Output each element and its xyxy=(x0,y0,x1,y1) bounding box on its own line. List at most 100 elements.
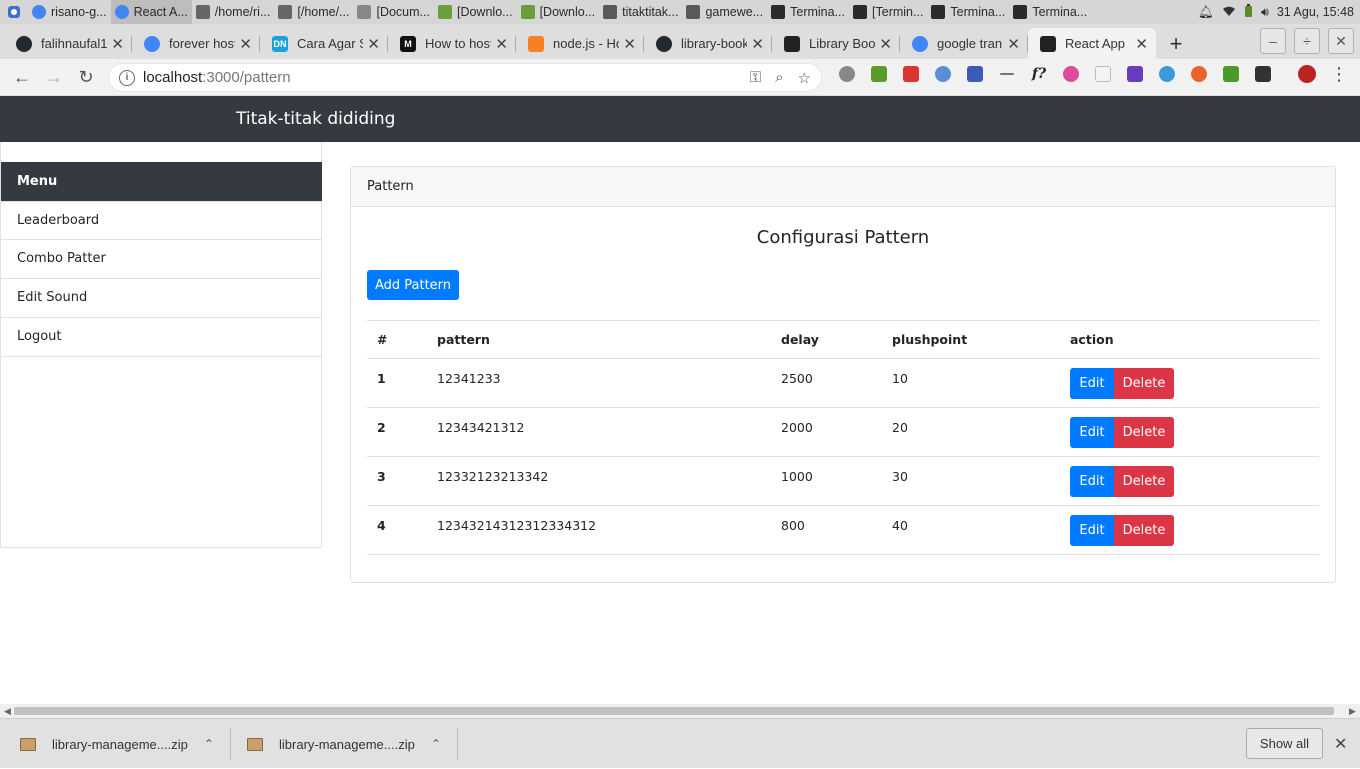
clock[interactable]: 31 Agu, 15:48 xyxy=(1277,5,1354,19)
tab-close-icon[interactable]: ✕ xyxy=(751,35,764,53)
address-bar[interactable]: i localhost:3000/pattern ⚿ ⌕ ☆ xyxy=(108,63,822,92)
column-header-delay: delay xyxy=(771,320,882,359)
edit-button[interactable]: Edit xyxy=(1070,417,1114,448)
scrollbar-thumb[interactable] xyxy=(14,707,1334,715)
taskbar-item[interactable]: [/home/... xyxy=(274,0,353,24)
delete-button[interactable]: Delete xyxy=(1114,417,1174,448)
extension-cube-icon[interactable] xyxy=(1252,63,1274,85)
scroll-right-icon[interactable]: ▶ xyxy=(1349,706,1356,717)
taskbar-item[interactable]: [Termin... xyxy=(849,0,927,24)
browser-tab[interactable]: Library Boo ✕ xyxy=(772,28,900,59)
tab-close-icon[interactable]: ✕ xyxy=(495,35,508,53)
extension-gear-icon[interactable] xyxy=(836,63,858,85)
delete-button[interactable]: Delete xyxy=(1114,515,1174,546)
bookmark-star-icon[interactable]: ☆ xyxy=(798,69,811,87)
taskbar-item[interactable]: /home/ri... xyxy=(192,0,275,24)
forward-icon[interactable]: → xyxy=(38,61,70,93)
tab-close-icon[interactable]: ✕ xyxy=(367,35,380,53)
browser-tab[interactable]: library-book ✕ xyxy=(644,28,772,59)
zoom-icon[interactable]: ⌕ xyxy=(775,69,783,86)
battery-icon[interactable] xyxy=(1244,3,1253,21)
minimize-icon[interactable]: – xyxy=(1260,28,1286,54)
key-icon[interactable]: ⚿ xyxy=(750,69,761,86)
browser-tab[interactable]: google tran ✕ xyxy=(900,28,1028,59)
sidebar-item-combo-pattern[interactable]: Combo Patter xyxy=(1,240,322,279)
taskbar-item[interactable]: Termina... xyxy=(767,0,849,24)
taskbar-item[interactable]: React A... xyxy=(110,0,192,24)
chevron-up-icon[interactable]: ⌃ xyxy=(204,737,214,751)
edit-button[interactable]: Edit xyxy=(1070,368,1114,399)
extension-cors-icon[interactable] xyxy=(1220,63,1242,85)
delete-button[interactable]: Delete xyxy=(1114,368,1174,399)
taskbar-item[interactable]: [Downlo... xyxy=(434,0,517,24)
browser-tab[interactable]: DN Cara Agar S ✕ xyxy=(260,28,388,59)
tab-close-icon[interactable]: ✕ xyxy=(879,35,892,53)
browser-tab[interactable]: M How to host ✕ xyxy=(388,28,516,59)
scroll-left-icon[interactable]: ◀ xyxy=(4,706,11,717)
bell-icon[interactable]: 🔔︎ xyxy=(1198,5,1214,20)
profile-avatar[interactable] xyxy=(1296,63,1318,85)
maximize-icon[interactable]: ÷ xyxy=(1294,28,1320,54)
new-tab-button[interactable]: + xyxy=(1156,28,1196,59)
extension-globe-icon[interactable] xyxy=(1156,63,1178,85)
browser-tab[interactable]: node.js - Ho ✕ xyxy=(516,28,644,59)
horizontal-scrollbar[interactable]: ◀ ▶ xyxy=(0,704,1360,718)
extension-circle-icon[interactable] xyxy=(1188,63,1210,85)
extension-download-icon[interactable] xyxy=(868,63,890,85)
taskbar-item[interactable]: gamewe... xyxy=(682,0,767,24)
tab-close-icon[interactable]: ✕ xyxy=(1135,35,1148,53)
chevron-up-icon[interactable]: ⌃ xyxy=(431,737,441,751)
taskbar-item[interactable]: risano-g... xyxy=(28,0,111,24)
table-row: 2 12343421312 2000 20 Edit Delete xyxy=(367,407,1319,457)
dn-icon: DN xyxy=(272,35,288,52)
extension-crosshair-icon[interactable] xyxy=(996,63,1018,85)
volume-icon[interactable]: 🔊︎ xyxy=(1261,5,1269,20)
show-all-button[interactable]: Show all xyxy=(1246,728,1323,759)
app-menu-icon[interactable] xyxy=(0,0,28,24)
edit-button[interactable]: Edit xyxy=(1070,466,1114,497)
zip-file-icon xyxy=(20,737,36,751)
delete-button[interactable]: Delete xyxy=(1114,466,1174,497)
sidebar-item-logout[interactable]: Logout xyxy=(1,318,322,357)
extension-purple-icon[interactable] xyxy=(1124,63,1146,85)
tab-close-icon[interactable]: ✕ xyxy=(111,35,124,53)
reload-icon[interactable]: ↻ xyxy=(70,61,102,93)
browser-tab[interactable]: React App ✕ xyxy=(1028,28,1156,59)
browser-tab[interactable]: forever host ✕ xyxy=(132,28,260,59)
download-item[interactable]: library-manageme....zip ⌃ xyxy=(247,719,441,769)
action-cell: Edit Delete xyxy=(1060,358,1319,408)
sidebar-item-leaderboard[interactable]: Leaderboard xyxy=(1,201,322,240)
app-brand[interactable]: Titak-titak dididing xyxy=(236,109,395,129)
edit-button[interactable]: Edit xyxy=(1070,515,1114,546)
terminal-icon xyxy=(771,5,786,19)
extension-font-icon[interactable]: f? xyxy=(1028,63,1050,85)
tab-close-icon[interactable]: ✕ xyxy=(623,35,636,53)
close-window-icon[interactable]: ✕ xyxy=(1328,28,1354,54)
taskbar-item-label: Termina... xyxy=(790,5,846,19)
wifi-icon[interactable] xyxy=(1222,5,1236,20)
extension-grid-icon[interactable] xyxy=(964,63,986,85)
taskbar-item[interactable]: titaktitak... xyxy=(599,0,682,24)
taskbar-item[interactable]: Termina... xyxy=(1009,0,1091,24)
document-icon xyxy=(357,5,372,19)
back-icon[interactable]: ← xyxy=(6,61,38,93)
site-info-icon[interactable]: i xyxy=(119,69,135,86)
download-item[interactable]: library-manageme....zip ⌃ xyxy=(20,719,214,769)
taskbar-item[interactable]: [Downlo... xyxy=(517,0,600,24)
extension-red-icon[interactable] xyxy=(900,63,922,85)
stackoverflow-icon xyxy=(528,35,544,52)
extension-colorpicker-icon[interactable] xyxy=(1060,63,1082,85)
tab-close-icon[interactable]: ✕ xyxy=(239,35,252,53)
add-pattern-button[interactable]: Add Pattern xyxy=(367,270,459,300)
extension-blue-swirl-icon[interactable] xyxy=(932,63,954,85)
extension-calendar-icon[interactable] xyxy=(1092,63,1114,85)
sidebar: Menu Leaderboard Combo Patter Edit Sound… xyxy=(0,142,322,548)
sidebar-item-edit-sound[interactable]: Edit Sound xyxy=(1,279,322,318)
taskbar-item[interactable]: [Docum... xyxy=(353,0,434,24)
browser-menu-icon[interactable]: ⋮ xyxy=(1328,63,1350,85)
tab-close-icon[interactable]: ✕ xyxy=(1007,35,1020,53)
taskbar-item[interactable]: Termina... xyxy=(927,0,1009,24)
close-icon[interactable]: ✕ xyxy=(1334,734,1347,754)
tab-title: falihnaufal1 xyxy=(41,36,108,51)
browser-tab[interactable]: falihnaufal1 ✕ xyxy=(4,28,132,59)
